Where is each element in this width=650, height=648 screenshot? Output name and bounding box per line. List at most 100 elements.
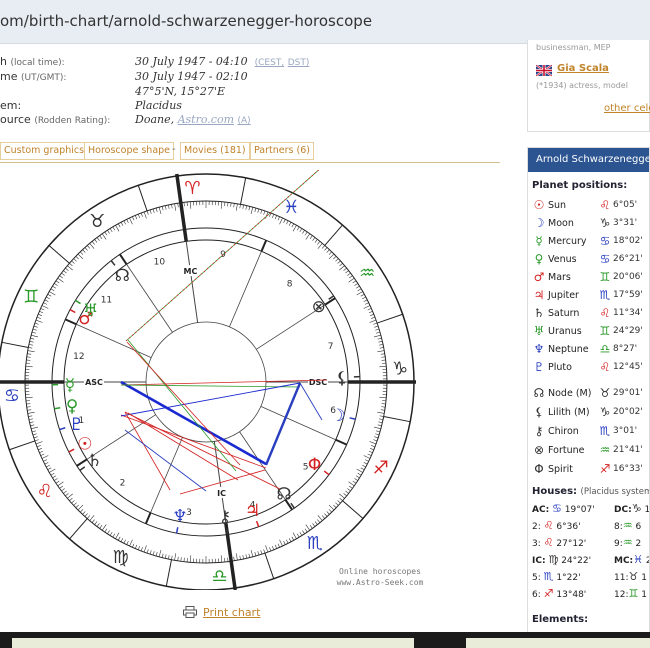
venus-icon: ♀ bbox=[66, 397, 78, 417]
planet-row: ♄ Saturn ♌ 11°34' bbox=[532, 306, 649, 322]
horoscope-chart: ♈♓♒♑♐♏♎♍♌♋♊♉123456789101112ASCDSCMCIC☉☿♀… bbox=[0, 166, 480, 591]
sign-glyph-icon: ♏ bbox=[599, 288, 611, 302]
point-degree: 20°02' bbox=[613, 407, 643, 417]
address-bar[interactable]: om/birth-chart/arnold-schwarzenegger-hor… bbox=[0, 0, 650, 44]
point-glyph-icon: ⚷ bbox=[534, 424, 544, 438]
planet-degree: 8°27' bbox=[613, 344, 638, 354]
sign-glyph-icon: ♌ bbox=[543, 519, 554, 532]
spirit-icon: Φ bbox=[308, 455, 321, 475]
house-degree: 2 bbox=[635, 539, 642, 549]
point-row: ⊗ Fortune ♒ 21°41' bbox=[532, 443, 649, 459]
houses-title: Houses: (Placidus system) bbox=[532, 486, 650, 497]
zodiac-sign-glyph: ♏ bbox=[307, 533, 323, 554]
planet-glyph-icon: ☉ bbox=[533, 198, 545, 212]
planet-row: ☿ Mercury ♋ 18°02' bbox=[532, 234, 649, 250]
sign-glyph-icon: ♒ bbox=[599, 443, 611, 457]
house-degree: 1 bbox=[641, 590, 647, 600]
point-degree: 3°01' bbox=[613, 426, 638, 436]
house-number: 11 bbox=[101, 295, 112, 305]
rating-link[interactable]: (A) bbox=[238, 116, 251, 126]
house-cusp: 8:♒ 6 bbox=[614, 519, 641, 535]
angle-label: MC bbox=[183, 267, 197, 276]
planet-degree: 11°34' bbox=[613, 308, 643, 318]
planet-degree: 17°59' bbox=[613, 290, 643, 300]
planet-glyph-icon: ♂ bbox=[533, 270, 545, 284]
celebrity-link-gia-scala[interactable]: Gia Scala bbox=[557, 63, 609, 74]
house-degree: 1 bbox=[641, 573, 647, 583]
point-degree: 16°33' bbox=[613, 464, 643, 474]
planet-name: Sun bbox=[548, 200, 567, 211]
house-cusp: 9:♒ 2 bbox=[614, 536, 641, 552]
zodiac-sign-glyph: ♌ bbox=[37, 481, 53, 502]
planet-degree: 18°02' bbox=[613, 236, 643, 246]
point-name: Spirit bbox=[548, 464, 573, 475]
info-value: 30 July 1947 - 04:10 bbox=[135, 55, 248, 68]
print-chart-link[interactable]: Print chart bbox=[203, 606, 260, 619]
house-degree: 13°48' bbox=[556, 590, 587, 600]
planet-row: ☽ Moon ♑ 3°31' bbox=[532, 216, 649, 232]
house-degree: 24°22' bbox=[561, 556, 592, 566]
house-number: 2 bbox=[120, 479, 126, 489]
zodiac-sign-glyph: ♈ bbox=[184, 178, 200, 199]
planet-row: ♆ Neptune ♎ 8°27' bbox=[532, 342, 649, 358]
house-cusp: IC: ♍ 24°22' bbox=[532, 553, 591, 569]
dst-link[interactable]: DST) bbox=[288, 58, 310, 68]
sign-glyph-icon: ♐ bbox=[599, 462, 611, 476]
zodiac-sign-glyph: ♎ bbox=[211, 566, 227, 587]
mercury-icon: ☿ bbox=[65, 375, 75, 395]
sign-glyph-icon: ♋ bbox=[599, 234, 611, 248]
other-celebrities-link[interactable]: other celel bbox=[604, 103, 650, 114]
address-bar-url[interactable]: om/birth-chart/arnold-schwarzenegger-hor… bbox=[0, 12, 372, 30]
taskbar-item[interactable] bbox=[12, 638, 414, 648]
sign-glyph-icon: ♋ bbox=[552, 502, 562, 515]
house-degree: 19°07' bbox=[564, 505, 595, 515]
venus-marker bbox=[54, 406, 61, 410]
horoscope-wheel: ♈♓♒♑♐♏♎♍♌♋♊♉123456789101112ASCDSCMCIC☉☿♀… bbox=[0, 166, 424, 591]
planet-glyph-icon: ♃ bbox=[533, 288, 545, 302]
tab-separator: - bbox=[172, 144, 176, 155]
planet-row: ♇ Pluto ♌ 12°45' bbox=[532, 360, 649, 376]
planet-glyph-icon: ♇ bbox=[533, 360, 545, 374]
sign-glyph-icon: ♉ bbox=[628, 570, 639, 583]
point-degree: 29°01' bbox=[613, 388, 643, 398]
cest-link[interactable]: (CEST, bbox=[255, 58, 285, 68]
point-glyph-icon: ☊ bbox=[533, 386, 545, 400]
taskbar-item[interactable] bbox=[466, 638, 650, 648]
tab-custom-graphics[interactable]: Custom graphics bbox=[0, 142, 89, 160]
planet-name: Uranus bbox=[548, 326, 582, 337]
point-name: Chiron bbox=[548, 426, 579, 437]
house-cusp: MC:♓ 2 bbox=[614, 553, 649, 569]
house-cusp: DC:♑ 1 bbox=[614, 502, 649, 518]
planet-degree: 12°45' bbox=[613, 362, 643, 372]
planet-name: Mercury bbox=[548, 236, 587, 247]
house-degree: 6 bbox=[635, 522, 642, 532]
planet-row: ♃ Jupiter ♏ 17°59' bbox=[532, 288, 649, 304]
point-name: Node (M) bbox=[548, 388, 592, 399]
planet-glyph-icon: ♆ bbox=[533, 342, 545, 356]
uranus-icon: ♅ bbox=[83, 301, 98, 321]
celebrity-desc: businessman, MEP bbox=[536, 43, 611, 52]
house-cusp: 12:♊ 1 bbox=[614, 587, 647, 603]
sign-glyph-icon: ♒ bbox=[622, 536, 633, 549]
houses-subtitle: (Placidus system) bbox=[580, 487, 650, 497]
point-name: Lilith (M) bbox=[548, 407, 590, 418]
tab-horoscope-shape[interactable]: Horoscope shape bbox=[84, 142, 175, 160]
house-label: 8: bbox=[614, 522, 623, 532]
astro-com-link[interactable]: Astro.com bbox=[178, 113, 234, 126]
house-label: 6: bbox=[532, 590, 541, 600]
house-label: 9: bbox=[614, 539, 623, 549]
info-label: ource bbox=[0, 113, 31, 126]
planet-glyph-icon: ♄ bbox=[533, 306, 545, 320]
house-label: 3: bbox=[532, 539, 541, 549]
info-value: Doane, bbox=[135, 113, 178, 126]
tab-movies[interactable]: Movies (181) bbox=[180, 142, 250, 160]
saturn-icon: ♄ bbox=[87, 451, 102, 471]
house-label: 2: bbox=[532, 522, 541, 532]
planet-row: ♅ Uranus ♊ 24°29' bbox=[532, 324, 649, 340]
point-row: ⚸ Lilith (M) ♑ 20°02' bbox=[532, 405, 649, 421]
point-row: Φ Spirit ♐ 16°33' bbox=[532, 462, 649, 478]
related-celebrities: businessman, MEP Gia Scala (*1934) actre… bbox=[527, 40, 650, 132]
sign-glyph-icon: ♑ bbox=[599, 405, 611, 419]
print-chart[interactable]: Print chart bbox=[183, 606, 260, 619]
tab-partners[interactable]: Partners (6) bbox=[250, 142, 314, 160]
